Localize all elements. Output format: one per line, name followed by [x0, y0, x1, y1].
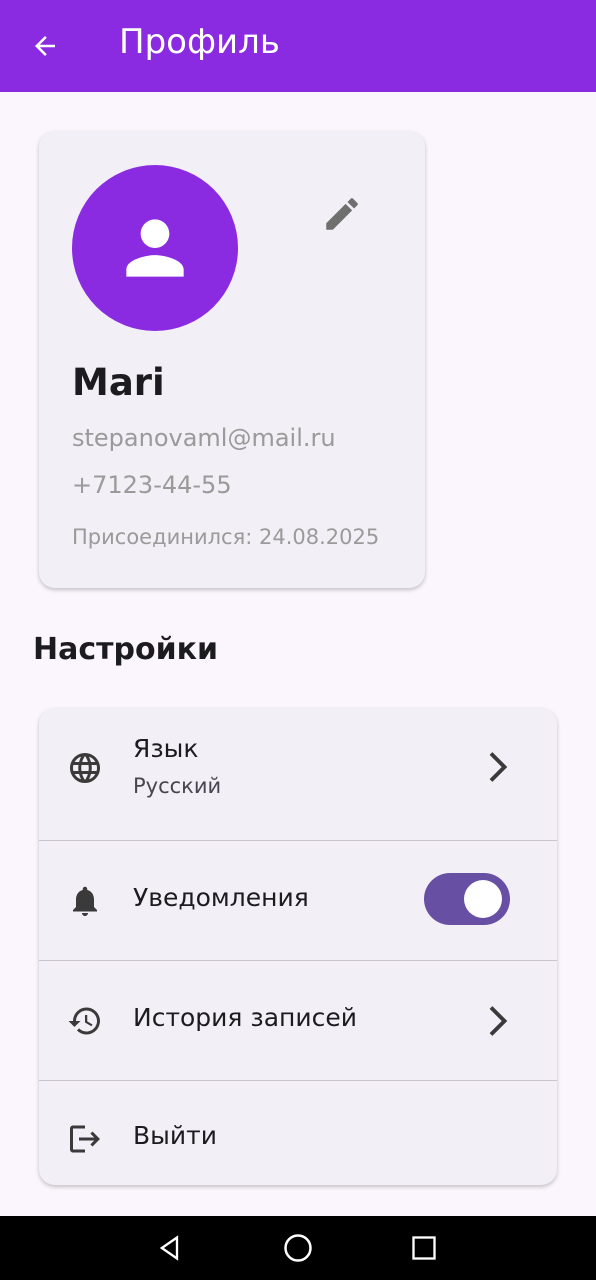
- page-title: Профиль: [119, 22, 280, 62]
- chevron-right-icon: [482, 747, 512, 787]
- language-label: Язык: [133, 734, 199, 763]
- user-phone: +7123-44-55: [72, 471, 232, 499]
- logout-label: Выйти: [133, 1121, 217, 1150]
- chevron-right-icon: [482, 1001, 512, 1041]
- circle-home-icon: [284, 1234, 312, 1262]
- app-bar: Профиль: [0, 0, 596, 92]
- history-label: История записей: [133, 1003, 357, 1032]
- settings-card: Язык Русский Уведомления История записей: [39, 708, 557, 1185]
- settings-item-notifications: Уведомления: [39, 841, 557, 960]
- notifications-label: Уведомления: [133, 883, 309, 912]
- person-icon: [126, 219, 184, 277]
- bell-icon: [65, 881, 105, 921]
- language-value: Русский: [133, 774, 222, 798]
- settings-item-logout[interactable]: Выйти: [39, 1081, 557, 1185]
- back-button[interactable]: [22, 24, 68, 68]
- arrow-back-icon: [35, 36, 55, 56]
- user-joined-date: Присоединился: 24.08.2025: [72, 525, 380, 549]
- settings-item-language[interactable]: Язык Русский: [39, 708, 557, 840]
- square-recents-icon: [412, 1236, 436, 1260]
- system-navigation-bar: [0, 1216, 596, 1280]
- triangle-back-icon: [159, 1235, 179, 1261]
- toggle-thumb: [464, 880, 502, 918]
- settings-heading: Настройки: [33, 632, 219, 667]
- nav-back-button[interactable]: [150, 1228, 190, 1268]
- pencil-icon: [326, 198, 358, 230]
- nav-home-button[interactable]: [278, 1228, 318, 1268]
- avatar: [72, 165, 238, 331]
- notifications-toggle[interactable]: [424, 873, 510, 925]
- history-icon: [65, 1001, 105, 1041]
- edit-profile-button[interactable]: [317, 189, 367, 239]
- globe-icon: [65, 748, 105, 788]
- settings-item-history[interactable]: История записей: [39, 961, 557, 1080]
- logout-icon: [65, 1119, 105, 1159]
- user-name: Mari: [72, 361, 165, 404]
- nav-recents-button[interactable]: [404, 1228, 444, 1268]
- user-email: stepanovaml@mail.ru: [72, 424, 336, 452]
- profile-card: Mari stepanovaml@mail.ru +7123-44-55 При…: [39, 131, 425, 588]
